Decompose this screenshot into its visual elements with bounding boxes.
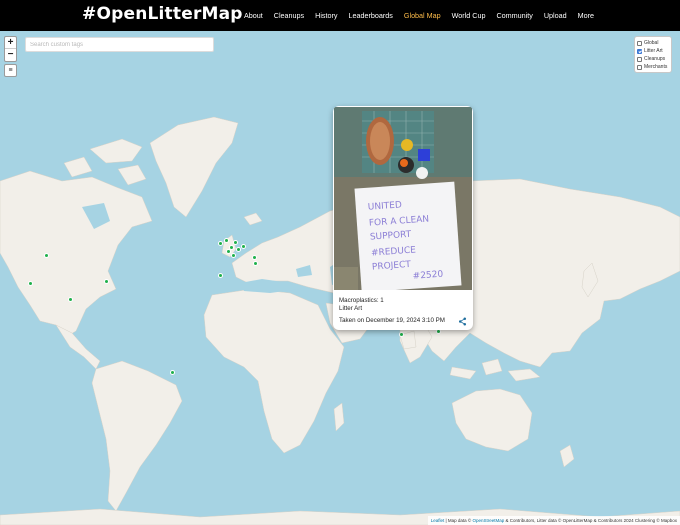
photo-popup: UNITED FOR A CLEAN SUPPORT #REDUCE PROJE… [333,106,473,330]
popup-tag-line: Macroplastics: 1 [339,297,384,304]
leaflet-link[interactable]: Leaflet [431,518,445,523]
attribution-rest: & Contributors, Litter data © OpenLitter… [504,518,677,523]
map-marker[interactable] [218,241,223,246]
map-attribution: Leaflet | Map data © OpenStreetMap & Con… [427,516,680,525]
layer-label-cleanups: Cleanups [644,56,666,62]
nav-community[interactable]: Community [496,11,532,20]
share-icon[interactable] [458,317,467,326]
map-marker[interactable] [252,255,257,260]
landmass-new-zealand [559,444,575,468]
nav-cleanups[interactable]: Cleanups [274,11,304,20]
checkbox-merchants[interactable] [637,64,642,70]
map-marker[interactable] [28,281,33,286]
layer-merchants[interactable]: Merchants [637,63,669,71]
main-nav: About Cleanups History Leaderboards Glob… [233,0,594,31]
map-marker[interactable] [218,273,223,278]
litter-art-photo[interactable]: UNITED FOR A CLEAN SUPPORT #REDUCE PROJE… [334,107,472,290]
layer-litter-art[interactable]: Litter Art [637,47,669,55]
nav-world-cup[interactable]: World Cup [452,11,486,20]
checkbox-litter-art[interactable] [637,48,642,54]
map-marker[interactable] [231,253,236,258]
popup-date: Taken on December 19, 2024 3:10 PM [339,317,445,324]
layer-label-litter-art: Litter Art [644,48,663,54]
map-marker[interactable] [233,240,238,245]
layer-label-global: Global [644,40,659,46]
landmass-africa [203,288,345,454]
layer-global[interactable]: Global [637,39,669,47]
nav-about[interactable]: About [244,11,263,20]
photo-illustration: UNITED FOR A CLEAN SUPPORT #REDUCE PROJE… [334,107,472,290]
popup-category: Litter Art [339,305,363,312]
attribution-sep: | Map data © [444,518,473,523]
map-marker[interactable] [170,370,175,375]
layer-cleanups[interactable]: Cleanups [637,55,669,63]
map-marker[interactable] [399,332,404,337]
nav-upload[interactable]: Upload [544,11,567,20]
osm-link[interactable]: OpenStreetMap [473,518,505,523]
landmass-central-america [55,324,101,370]
zoom-out-button[interactable]: − [5,49,16,61]
map-marker[interactable] [253,261,258,266]
search-tags-input[interactable] [25,37,214,52]
nav-more[interactable]: More [578,11,594,20]
landmass-madagascar [333,402,345,432]
zoom-in-button[interactable]: + [5,37,16,49]
menu-icon[interactable]: ≡ [4,64,17,77]
landmass-arctic-islands [63,138,147,186]
map-marker[interactable] [44,253,49,258]
checkbox-cleanups[interactable] [637,56,642,62]
map-marker[interactable] [226,249,231,254]
brand-logo[interactable]: #OpenLitterMap [82,4,243,24]
zoom-control: + − [4,36,17,62]
nav-history[interactable]: History [315,11,337,20]
landmass-north-america [0,170,153,338]
map-marker[interactable] [236,247,241,252]
landmass-greenland [149,116,239,218]
svg-text:#2520: #2520 [412,270,443,282]
checkbox-global[interactable] [637,40,642,46]
map-marker[interactable] [104,279,109,284]
layer-label-merchants: Merchants [644,64,668,70]
popup-tags: Macroplastics: 1 Litter Art [339,297,384,313]
nav-leaderboards[interactable]: Leaderboards [349,11,393,20]
map-marker[interactable] [241,244,246,249]
map-marker[interactable] [224,238,229,243]
map-marker[interactable] [68,297,73,302]
landmass-south-america [91,360,183,512]
nav-global-map[interactable]: Global Map [404,11,441,20]
landmass-iceland [243,212,263,226]
top-navbar: #OpenLitterMap About Cleanups History Le… [0,0,680,31]
layer-control: Global Litter Art Cleanups Merchants [634,36,672,73]
landmass-australia [451,388,533,452]
